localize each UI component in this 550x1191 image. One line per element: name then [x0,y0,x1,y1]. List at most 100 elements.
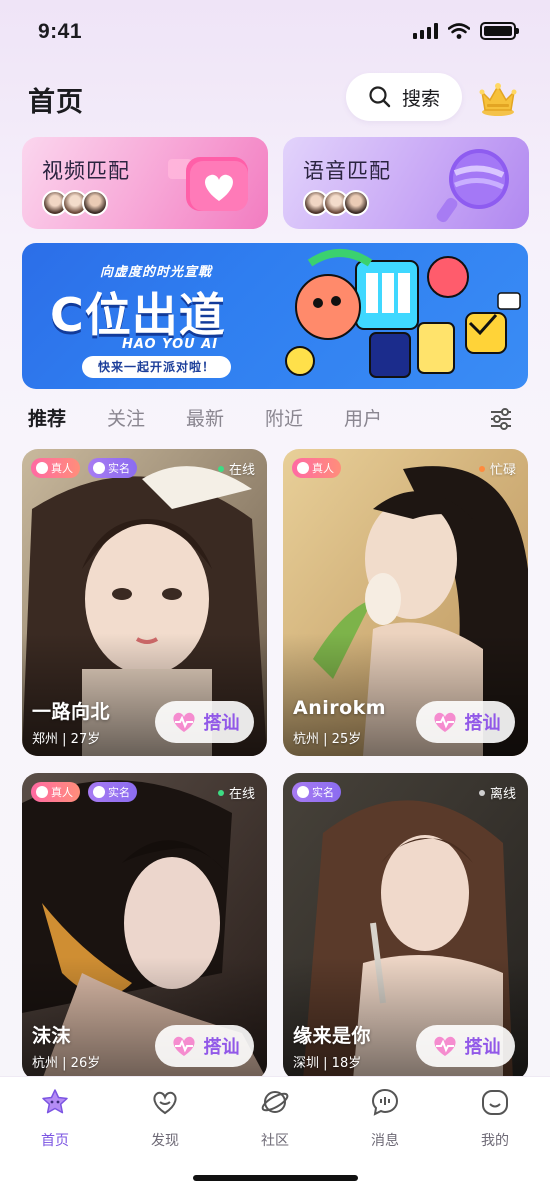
user-city: 深圳 [293,1056,320,1071]
greet-label: 搭讪 [203,713,240,734]
search-icon [369,86,391,108]
user-city: 杭州 [293,732,320,747]
status-icons [413,22,519,40]
heart-wave-icon [433,712,456,732]
verified-badge: 实名 [88,458,137,478]
greet-label: 搭讪 [464,713,501,734]
real-person-badge: 真人 [31,458,80,478]
status-dot [478,789,485,796]
badge-label: 真人 [51,786,73,799]
greet-button[interactable]: 搭讪 [416,701,515,743]
heart-wave-icon [172,712,195,732]
user-card[interactable]: 真人 实名 在线 一路向北 郑州 | 27岁 搭讪 [22,449,267,756]
user-age: 27岁 [70,732,101,747]
user-verified-icon [93,786,105,798]
heart-check-icon [36,786,48,798]
tab-nearby[interactable]: 附近 [265,404,303,431]
online-status: 在线 [217,783,255,802]
chat-message-icon [371,1088,399,1116]
user-verified-icon [297,786,309,798]
greet-button[interactable]: 搭讪 [155,1025,254,1067]
greet-label: 搭讪 [464,1037,501,1058]
bottom-nav: 首页 发现 社区 消息 我的 [0,1076,550,1191]
search-label: 搜索 [401,87,440,110]
video-heart-icon [168,157,248,211]
online-status: 在线 [217,459,255,478]
status-label: 忙碌 [489,463,516,478]
status-dot [217,465,224,472]
crown-vip-icon[interactable] [478,78,518,118]
tab-recommend[interactable]: 推荐 [28,404,66,431]
greet-button[interactable]: 搭讪 [155,701,254,743]
badge-label: 真人 [51,462,73,475]
nav-label: 发现 [151,1133,179,1149]
banner-subtitle: 向虚度的时光宣戰 [100,265,213,280]
tab-users[interactable]: 用户 [344,404,382,431]
nav-community[interactable]: 社区 [235,1087,315,1150]
verified-badge: 实名 [292,782,341,802]
user-city: 杭州 [32,1056,59,1071]
banner-illustration [285,249,521,378]
banner-main-text: C位出道 [50,288,226,342]
user-meta: 杭州 | 25岁 [293,732,362,747]
nav-label: 首页 [41,1133,69,1149]
user-meta: 郑州 | 27岁 [32,732,101,747]
nav-label: 我的 [481,1133,509,1149]
video-match-title: 视频匹配 [42,159,130,183]
user-card[interactable]: 真人 实名 在线 沫沫 杭州 | 26岁 搭讪 [22,773,267,1080]
greet-label: 搭讪 [203,1037,240,1058]
user-card[interactable]: 实名 离线 缘来是你 深圳 | 18岁 搭讪 [283,773,528,1080]
nav-home[interactable]: 首页 [15,1087,95,1150]
nav-label: 消息 [371,1133,399,1149]
avatar [82,190,108,216]
badge-label: 实名 [108,786,130,799]
voice-match-card[interactable]: 语音匹配 [283,137,529,229]
nav-label: 社区 [261,1133,289,1149]
heart-check-icon [36,462,48,474]
promo-banner[interactable]: 向虚度的时光宣戰 C位出道 HAO YOU AI 快来一起开派对啦！ [22,243,528,389]
user-age: 25岁 [331,732,362,747]
user-verified-icon [93,462,105,474]
search-button[interactable]: 搜索 [346,73,462,121]
voice-match-avatars [303,190,369,216]
real-person-badge: 真人 [31,782,80,802]
star-home-icon [42,1089,68,1114]
status-bar: 9:41 [0,0,550,62]
battery-icon [480,22,519,40]
user-meta: 杭州 | 26岁 [32,1056,101,1071]
user-city: 郑州 [32,732,59,747]
user-meta: 深圳 | 18岁 [293,1056,362,1071]
tab-follow[interactable]: 关注 [107,404,145,431]
status-dot [478,465,485,472]
online-status: 离线 [478,783,516,802]
badge-label: 实名 [312,786,334,799]
nav-profile[interactable]: 我的 [455,1087,535,1150]
user-name: 缘来是你 [293,1025,372,1047]
video-match-card[interactable]: 视频匹配 [22,137,268,229]
badge-label: 真人 [312,462,334,475]
user-card[interactable]: 真人 忙碌 Anirokm 杭州 | 25岁 搭讪 [283,449,528,756]
cellular-signal-icon [413,23,438,39]
status-dot [217,789,224,796]
heart-wave-icon [172,1036,195,1056]
filter-sliders-icon[interactable] [489,407,513,431]
nav-discover[interactable]: 发现 [125,1087,205,1150]
microphone-icon [436,149,509,223]
page-title: 首页 [28,87,84,118]
nav-messages[interactable]: 消息 [345,1087,425,1150]
heart-discover-icon [153,1091,177,1115]
video-match-avatars [42,190,108,216]
greet-button[interactable]: 搭讪 [416,1025,515,1067]
real-person-badge: 真人 [292,458,341,478]
user-age: 18岁 [331,1056,362,1071]
verified-badge: 实名 [88,782,137,802]
user-name: Anirokm [293,697,387,719]
user-age: 26岁 [70,1056,101,1071]
tab-latest[interactable]: 最新 [186,404,224,431]
status-label: 在线 [228,787,255,802]
online-status: 忙碌 [478,459,516,478]
status-label: 在线 [228,463,255,478]
planet-community-icon [261,1091,289,1113]
home-indicator [193,1175,358,1181]
status-time: 9:41 [38,20,83,43]
